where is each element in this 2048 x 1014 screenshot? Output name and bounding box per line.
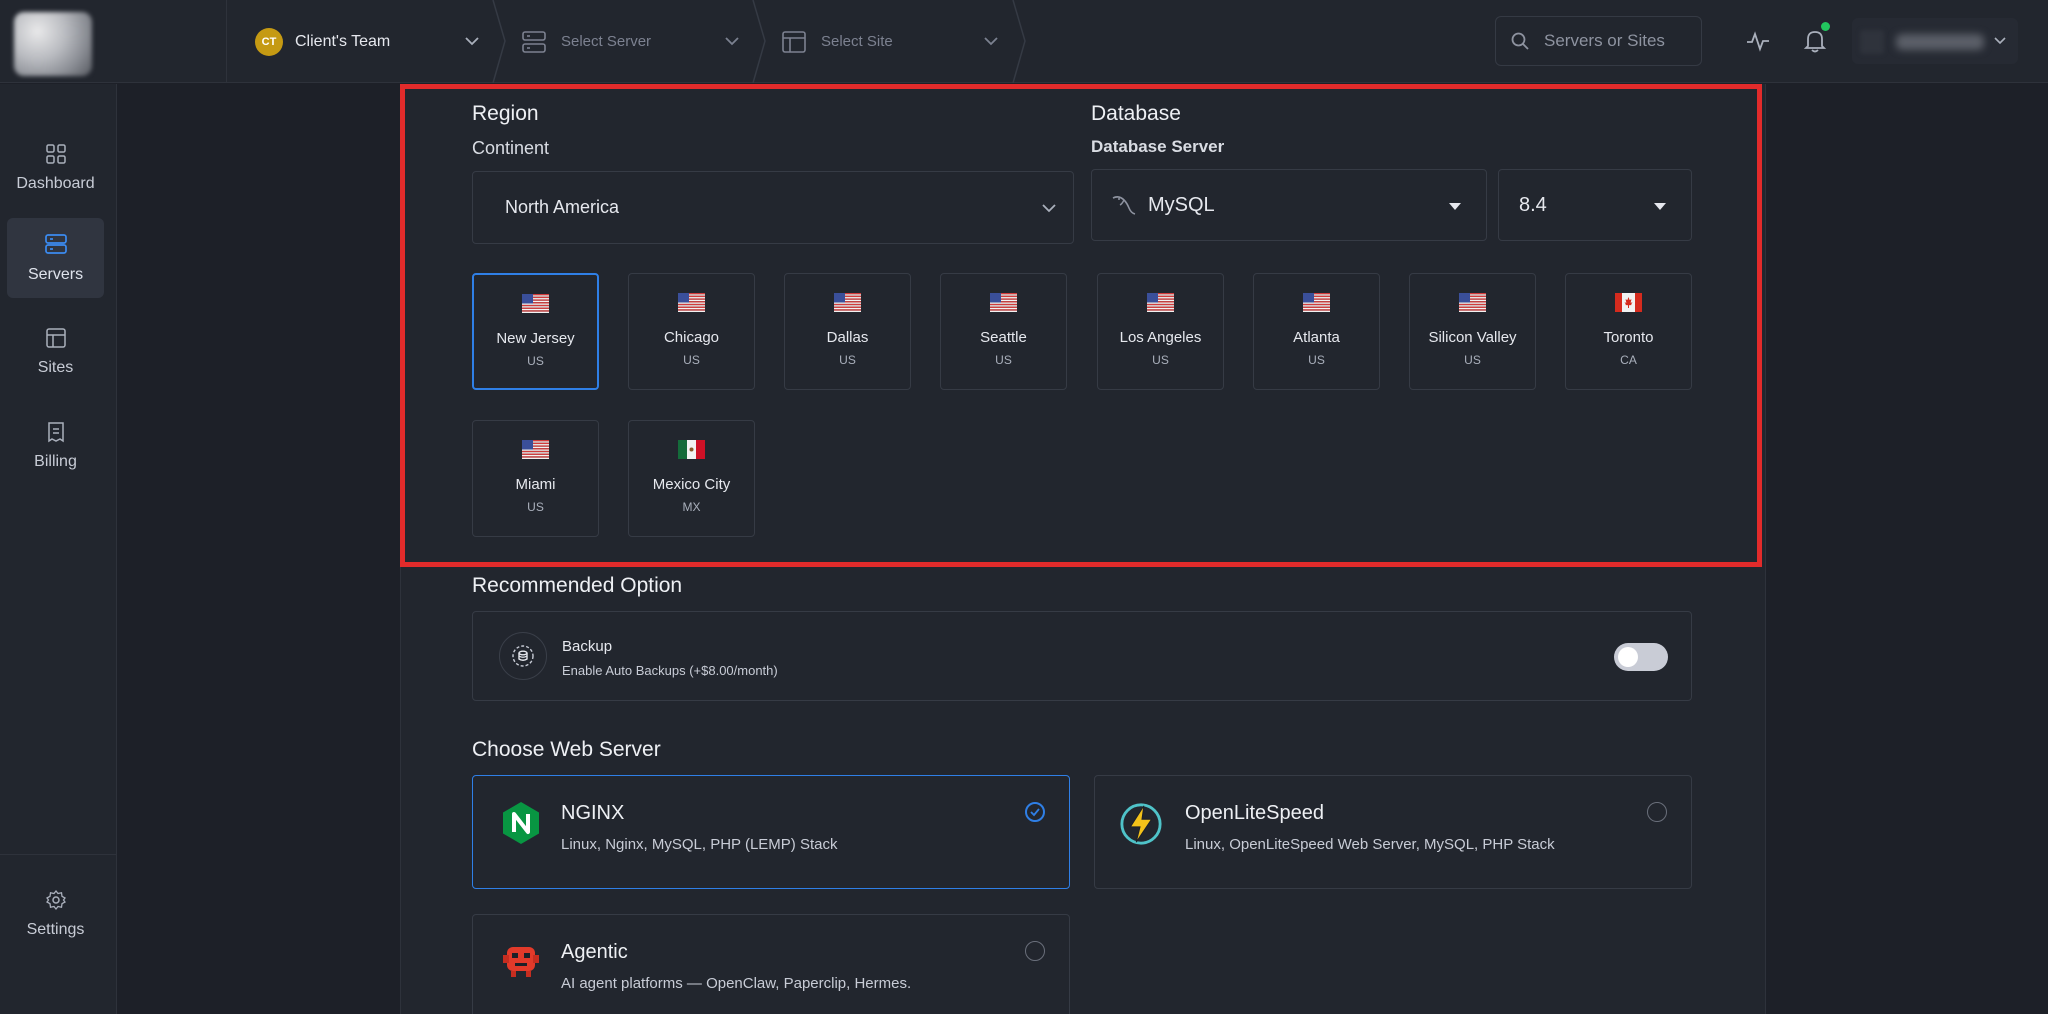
toggle-knob (1618, 647, 1638, 667)
site-icon (782, 30, 806, 53)
chevron-down-icon[interactable] (464, 33, 480, 49)
sidebar-item-dashboard[interactable]: Dashboard (7, 128, 104, 208)
backup-icon (512, 645, 534, 667)
webserver-description: Linux, OpenLiteSpeed Web Server, MySQL, … (1185, 836, 1555, 853)
webserver-name: OpenLiteSpeed (1185, 802, 1325, 824)
backup-option: Backup Enable Auto Backups (+$8.00/month… (472, 611, 1692, 701)
sidebar-item-sites[interactable]: Sites (7, 312, 104, 392)
server-icon (522, 30, 546, 53)
chevron-down-icon (1994, 37, 2006, 45)
user-menu[interactable] (1852, 18, 2018, 64)
search-input[interactable]: Servers or Sites (1495, 16, 1702, 66)
backup-title: Backup (562, 638, 613, 655)
sidebar-item-settings[interactable]: Settings (7, 874, 104, 954)
webserver-name: Agentic (561, 941, 628, 963)
backup-description: Enable Auto Backups (+$8.00/month) (562, 663, 778, 678)
breadcrumb-separator (1012, 0, 1026, 83)
webserver-option-openlitespeed[interactable]: OpenLiteSpeed Linux, OpenLiteSpeed Web S… (1094, 775, 1692, 889)
radio-checked-icon[interactable] (1025, 802, 1045, 822)
servers-icon (44, 234, 67, 254)
webserver-title: Choose Web Server (472, 738, 661, 761)
site-selector-label: Select Site (821, 33, 893, 50)
backup-icon-ring (499, 632, 547, 680)
sites-icon (45, 328, 66, 348)
recommended-title: Recommended Option (472, 574, 683, 597)
sidebar-item-label: Sites (37, 359, 74, 376)
notification-dot (1821, 22, 1830, 31)
agentic-icon (503, 947, 539, 977)
server-selector[interactable]: Select Server (521, 0, 651, 83)
webserver-option-agentic[interactable]: Agentic AI agent platforms — OpenClaw, P… (472, 914, 1070, 1014)
radio-unchecked-icon[interactable] (1647, 802, 1667, 822)
search-icon (1511, 32, 1529, 50)
gear-icon (45, 889, 66, 911)
webserver-description: Linux, Nginx, MySQL, PHP (LEMP) Stack (561, 836, 838, 853)
sidebar: Dashboard Servers Sites Billing Settings (0, 84, 117, 1014)
webserver-description: AI agent platforms — OpenClaw, Paperclip… (561, 975, 912, 992)
dashboard-icon (45, 144, 66, 164)
divider (226, 0, 227, 83)
bell-icon[interactable] (1802, 28, 1828, 54)
activity-icon[interactable] (1745, 28, 1771, 54)
team-name: Client's Team (295, 32, 391, 50)
sidebar-item-billing[interactable]: Billing (7, 406, 104, 486)
webserver-option-nginx[interactable]: NGINX Linux, Nginx, MySQL, PHP (LEMP) St… (472, 775, 1070, 889)
nginx-icon (503, 802, 539, 844)
team-selector[interactable]: CT Client's Team (255, 0, 390, 83)
sidebar-item-servers[interactable]: Servers (7, 218, 104, 298)
sidebar-divider (0, 854, 117, 855)
chevron-down-icon[interactable] (983, 33, 999, 49)
user-name-redacted (1896, 34, 1984, 50)
sidebar-item-label: Dashboard (16, 175, 95, 192)
radio-unchecked-icon[interactable] (1025, 941, 1045, 961)
sidebar-item-label: Billing (34, 453, 77, 470)
openlitespeed-icon (1120, 803, 1162, 845)
search-placeholder: Servers or Sites (1544, 31, 1665, 50)
breadcrumb-separator (752, 0, 766, 83)
highlight-box (400, 84, 1762, 567)
sidebar-item-label: Settings (26, 921, 85, 938)
app-logo[interactable] (14, 12, 92, 76)
billing-icon (47, 422, 64, 443)
top-bar: CT Client's Team Select Server Select Si… (0, 0, 2048, 83)
sidebar-item-label: Servers (27, 266, 84, 283)
breadcrumb-separator (492, 0, 506, 83)
team-avatar: CT (255, 27, 283, 56)
webserver-name: NGINX (561, 802, 625, 824)
server-selector-label: Select Server (561, 33, 652, 50)
backup-toggle[interactable] (1614, 643, 1668, 671)
chevron-down-icon[interactable] (724, 33, 740, 49)
site-selector[interactable]: Select Site (781, 0, 893, 83)
avatar (1860, 30, 1884, 54)
